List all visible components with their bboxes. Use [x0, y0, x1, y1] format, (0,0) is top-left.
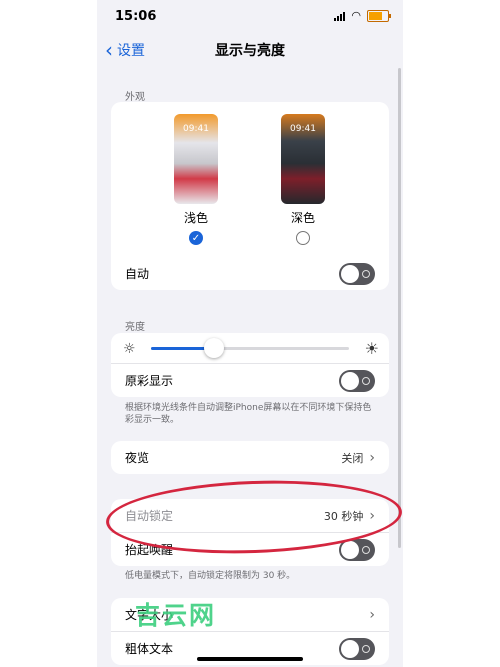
dark-mode-preview[interactable]: 09:41	[281, 114, 325, 204]
night-shift-value: 关闭 ›	[341, 450, 375, 466]
light-mode-preview[interactable]: 09:41	[174, 114, 218, 204]
light-mode-check-icon[interactable]: ✓	[189, 231, 203, 245]
navigation-bar: ‹ 设置 显示与亮度	[97, 34, 403, 64]
auto-appearance-toggle[interactable]	[339, 262, 375, 285]
status-icons: ◠	[334, 9, 391, 22]
home-indicator	[197, 657, 303, 661]
appearance-header: 外观	[125, 92, 145, 103]
brightness-header: 亮度	[125, 322, 145, 333]
bold-text-label: 粗体文本	[125, 642, 174, 656]
dark-preview-time: 09:41	[290, 124, 316, 134]
watermark: 吉云网	[135, 601, 217, 630]
brightness-card: ☼ ☀ 原彩显示	[111, 333, 389, 397]
brightness-slider-row: ☼ ☀	[111, 333, 389, 363]
light-mode-label: 浅色	[183, 211, 208, 225]
dark-mode-radio[interactable]	[296, 231, 310, 245]
night-shift-label: 夜览	[125, 451, 150, 465]
night-shift-card: 夜览 关闭 ›	[111, 441, 389, 474]
text-size-value: ›	[369, 607, 375, 623]
auto-appearance-row: 自动	[111, 257, 389, 290]
night-shift-value-text: 关闭	[341, 451, 364, 465]
settings-screen: 15:06 ◠ ‹ 设置 显示与亮度 外观 09:41 09:41 浅色 深色	[97, 0, 403, 667]
signal-icon	[334, 11, 346, 21]
true-tone-label: 原彩显示	[125, 374, 174, 388]
light-preview-time: 09:41	[183, 124, 209, 134]
appearance-picker: 09:41 09:41 浅色 深色 ✓	[111, 102, 389, 257]
brightness-slider[interactable]	[151, 338, 349, 358]
bold-text-toggle[interactable]	[339, 637, 375, 660]
auto-lock-note: 低电量模式下，自动锁定将限制为 30 秒。	[125, 571, 296, 581]
chevron-right-icon: ›	[369, 606, 375, 623]
sun-small-icon: ☼	[123, 341, 136, 357]
battery-icon	[367, 9, 391, 22]
dark-mode-label: 深色	[290, 211, 315, 225]
status-time: 15:06	[115, 9, 157, 24]
page-title: 显示与亮度	[215, 43, 285, 59]
true-tone-note: 根据环境光线条件自动调整iPhone屏幕以在不同环境下保持色彩显示一致。	[125, 403, 372, 425]
brightness-slider-thumb[interactable]	[204, 338, 225, 358]
auto-appearance-label: 自动	[125, 267, 150, 281]
scrollbar[interactable]	[398, 68, 401, 548]
chevron-right-icon: ›	[369, 449, 375, 466]
true-tone-toggle[interactable]	[339, 369, 375, 392]
status-bar: 15:06 ◠	[97, 0, 403, 34]
night-shift-row[interactable]: 夜览 关闭 ›	[111, 441, 389, 474]
true-tone-row: 原彩显示	[111, 363, 389, 397]
sun-large-icon: ☀	[364, 339, 379, 358]
appearance-card: 09:41 09:41 浅色 深色 ✓ 自动	[111, 102, 389, 290]
wifi-icon: ◠	[351, 9, 361, 22]
